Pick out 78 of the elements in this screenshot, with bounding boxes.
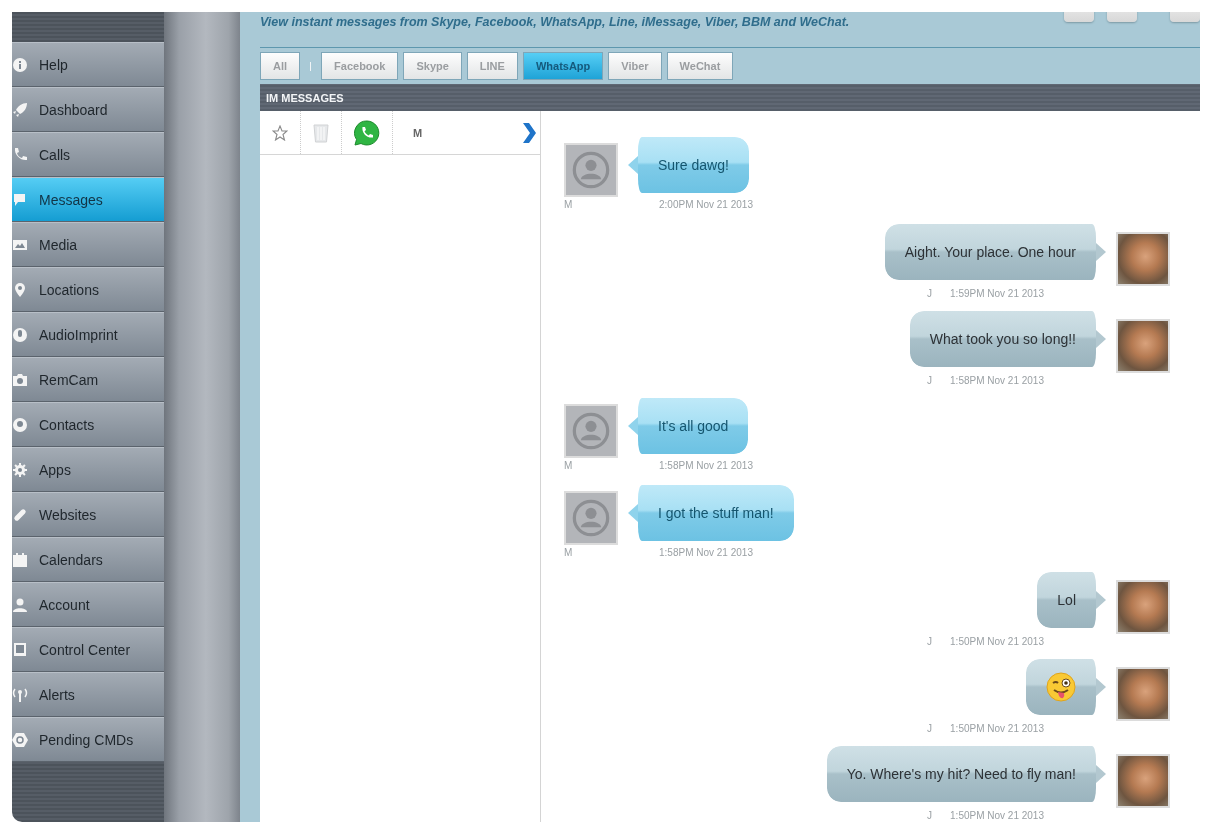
bubble-tail (1096, 678, 1106, 696)
page-subtitle: View instant messages from Skype, Facebook, WhatsApp, Line, iMessage, Viber, BBM and WeChat. (260, 15, 850, 29)
photo-placeholder (1116, 319, 1170, 373)
message-text: Yo. Where's my hit? Need to fly man! (846, 766, 1076, 782)
sidebar-item[interactable]: Dashboard (12, 87, 164, 132)
message-time: 1:58PM Nov 21 2013 (950, 374, 1044, 386)
person-icon (12, 596, 28, 613)
sidebar-item[interactable]: RemCam (12, 357, 164, 402)
sidebar-item[interactable]: Help (12, 42, 164, 87)
default-avatar-icon (564, 404, 618, 458)
bubble-tail (1096, 591, 1106, 609)
sender-label: J (927, 722, 933, 734)
sidebar-item[interactable]: Alerts (12, 672, 164, 717)
default-avatar-icon (564, 491, 618, 545)
rocket-icon (12, 101, 28, 118)
sender-label: M (564, 459, 574, 471)
sender-label: J (927, 635, 933, 647)
bubble-tail (1096, 243, 1106, 261)
bubble-tail (1096, 765, 1106, 783)
contact-name: M (413, 126, 423, 139)
winking-face-icon (1046, 672, 1076, 702)
monitor-icon (12, 641, 28, 658)
speech-bubble-icon (12, 191, 28, 208)
message-time: 1:50PM Nov 21 2013 (950, 635, 1044, 647)
map-pin-icon (12, 281, 28, 298)
sidebar-item[interactable]: Apps (12, 447, 164, 492)
message-time: 1:58PM Nov 21 2013 (659, 546, 753, 558)
message-text: It's all good (658, 418, 729, 434)
sidebar-item[interactable]: Media (12, 222, 164, 267)
sidebar-item[interactable]: Contacts (12, 402, 164, 447)
phone-icon (12, 146, 28, 163)
message-time: 1:59PM Nov 21 2013 (950, 287, 1044, 299)
trash-can-icon[interactable] (313, 122, 329, 143)
antenna-icon (12, 686, 28, 703)
message-time: 1:58PM Nov 21 2013 (659, 459, 753, 471)
message-text: What took you so long!! (929, 331, 1076, 347)
sidebar-item[interactable]: Locations (12, 267, 164, 312)
message-text: Aight. Your place. One hour (904, 244, 1076, 260)
bubble-tail (628, 504, 638, 522)
sidebar-item[interactable]: Control Center (12, 627, 164, 672)
sender-label: J (927, 287, 933, 299)
sidebar-item[interactable]: Account (12, 582, 164, 627)
photo-placeholder (1116, 580, 1170, 634)
filter-tab[interactable]: WhatsApp (522, 52, 604, 80)
bubble-tail (1096, 330, 1106, 348)
sidebar-item[interactable]: Pending CMDs (12, 717, 164, 762)
sender-label: M (564, 546, 574, 558)
calendar-icon (12, 551, 28, 568)
bubble-tail (628, 417, 638, 435)
phone-bubble-icon (354, 119, 380, 146)
contact-icon (12, 416, 28, 433)
photo-placeholder (1116, 754, 1170, 808)
sender-label: J (927, 809, 933, 821)
sidebar-item[interactable]: AudioImprint (12, 312, 164, 357)
info-icon (12, 56, 28, 73)
star-icon[interactable] (272, 124, 288, 141)
sidebar-item[interactable]: Calls (12, 132, 164, 177)
sender-label: M (564, 198, 574, 210)
hexagon-icon (12, 731, 28, 748)
default-avatar-icon (564, 143, 618, 197)
sidebar-item[interactable]: Calendars (12, 537, 164, 582)
sender-label: J (927, 374, 933, 386)
message-time: 2:00PM Nov 21 2013 (659, 198, 753, 210)
camera-icon (12, 371, 28, 388)
message-text: Sure dawg! (658, 157, 729, 173)
chevron-right-icon[interactable] (521, 121, 537, 144)
photo-placeholder (1116, 232, 1170, 286)
microphone-icon (12, 326, 28, 343)
bubble-tail (628, 156, 638, 174)
photo-placeholder (1116, 667, 1170, 721)
gear-icon (12, 461, 28, 478)
message-text: Lol (1057, 592, 1076, 608)
sidebar-item[interactable]: Messages (12, 177, 164, 222)
section-title: IM MESSAGES (266, 91, 344, 104)
message-time: 1:50PM Nov 21 2013 (950, 809, 1044, 821)
sidebar-item[interactable]: Websites (12, 492, 164, 537)
message-text: I got the stuff man! (658, 505, 774, 521)
message-time: 1:50PM Nov 21 2013 (950, 722, 1044, 734)
